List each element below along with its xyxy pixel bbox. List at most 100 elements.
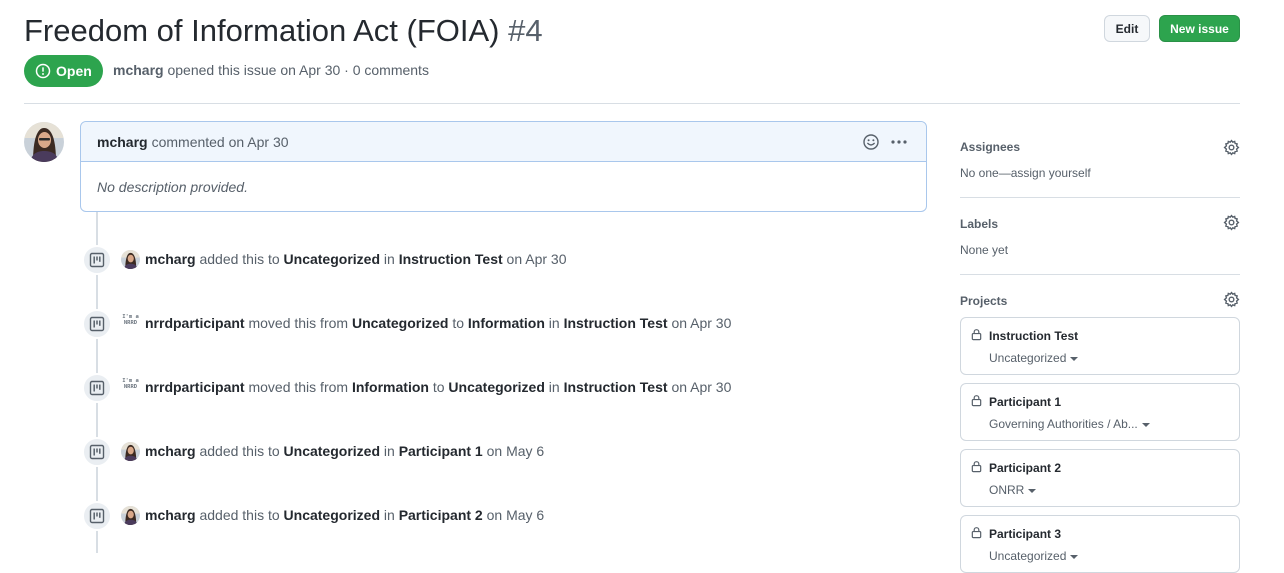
timeline-text: nrrdparticipant moved this from Informat… — [145, 379, 731, 395]
project-icon — [82, 437, 112, 467]
comment-author-avatar[interactable] — [24, 122, 64, 162]
event-verb: added this to — [199, 443, 280, 459]
actor-link[interactable]: mcharg — [145, 507, 196, 523]
labels-heading[interactable]: Labels — [960, 217, 998, 231]
actor-avatar[interactable] — [121, 506, 140, 525]
actor-avatar[interactable] — [121, 250, 140, 269]
event-date[interactable]: on Apr 30 — [507, 251, 567, 267]
column-name: Uncategorized — [283, 251, 380, 267]
timeline-text: mcharg added this to Uncategorized in In… — [145, 251, 566, 267]
event-date[interactable]: on Apr 30 — [671, 379, 731, 395]
caret-down-icon — [1070, 356, 1079, 361]
project-card: Instruction Test Uncategorized — [960, 317, 1240, 375]
gear-icon[interactable] — [1223, 214, 1240, 231]
comment-header: mcharg commented on Apr 30 — [81, 122, 926, 162]
column-or-project-name: Information — [467, 315, 545, 331]
timeline-text: mcharg added this to Uncategorized in Pa… — [145, 443, 544, 459]
actor-link[interactable]: nrrdparticipant — [145, 379, 245, 395]
actor-link[interactable]: mcharg — [145, 251, 196, 267]
lock-icon — [970, 394, 983, 407]
kebab-horizontal-icon[interactable] — [890, 133, 908, 151]
timeline-item: mcharg added this to Uncategorized in Pa… — [82, 501, 942, 531]
issue-number: #4 — [508, 13, 543, 48]
column-name: Uncategorized — [283, 507, 380, 523]
event-connector: to — [452, 315, 464, 331]
gear-icon[interactable] — [1223, 139, 1240, 156]
column-or-project-name: Instruction Test — [398, 251, 503, 267]
actor-link[interactable]: nrrdparticipant — [145, 315, 245, 331]
project-column-label: Uncategorized — [989, 549, 1067, 563]
project-icon — [82, 245, 112, 275]
smiley-icon[interactable] — [862, 133, 880, 151]
project-card: Participant 1 Governing Authorities / Ab.… — [960, 383, 1240, 441]
new-issue-button[interactable]: New issue — [1159, 15, 1240, 42]
project-name[interactable]: Instruction Test — [564, 315, 668, 331]
assignees-heading[interactable]: Assignees — [960, 140, 1020, 154]
comment-author-link[interactable]: mcharg — [97, 134, 148, 150]
project-name-link[interactable]: Participant 2 — [989, 461, 1061, 475]
nrrd-logo-text: I'm a NRRD — [122, 378, 139, 390]
event-connector: in — [383, 443, 395, 459]
issue-title-text: Freedom of Information Act (FOIA) — [24, 13, 500, 48]
project-icon — [82, 373, 112, 403]
actor-avatar[interactable] — [121, 442, 140, 461]
project-column-label: Governing Authorities / Ab... — [989, 417, 1138, 431]
assignees-value[interactable]: No one—assign yourself — [960, 166, 1091, 180]
caret-down-icon — [1070, 554, 1079, 559]
sidebar-divider — [960, 274, 1240, 275]
timeline-item: mcharg added this to Uncategorized in Pa… — [82, 437, 942, 467]
column-or-project-name: Uncategorized — [448, 379, 545, 395]
issue-state-badge: Open — [24, 55, 103, 87]
project-column-dropdown[interactable]: Uncategorized — [989, 351, 1079, 365]
gear-icon[interactable] — [1223, 291, 1240, 308]
column-name: Information — [351, 379, 429, 395]
actor-avatar[interactable]: I'm a NRRD — [121, 314, 140, 333]
timeline-item: I'm a NRRD nrrdparticipant moved this fro… — [82, 309, 942, 339]
project-column-label: ONRR — [989, 483, 1025, 497]
lock-icon — [970, 526, 983, 539]
project-name-link[interactable]: Participant 3 — [989, 527, 1061, 541]
lock-icon — [970, 328, 983, 341]
event-date[interactable]: on May 6 — [487, 507, 545, 523]
project-column-dropdown[interactable]: Uncategorized — [989, 549, 1079, 563]
event-connector: in — [548, 379, 560, 395]
actor-link[interactable]: mcharg — [145, 443, 196, 459]
issue-state-label: Open — [56, 63, 92, 79]
project-name[interactable]: Instruction Test — [564, 379, 668, 395]
actor-avatar[interactable]: I'm a NRRD — [121, 378, 140, 397]
header-divider — [24, 103, 1240, 104]
event-connector: in — [383, 251, 395, 267]
issue-meta: mcharg opened this issue on Apr 30 · 0 c… — [113, 62, 429, 78]
issue-meta-text: opened this issue on Apr 30 · 0 comments — [167, 62, 429, 78]
comment-body: No description provided. — [97, 179, 248, 195]
nrrd-logo-text: I'm a NRRD — [122, 314, 139, 326]
issue-title: Freedom of Information Act (FOIA) #4 — [24, 12, 543, 50]
event-connector: in — [383, 507, 395, 523]
issue-author-link[interactable]: mcharg — [113, 62, 164, 78]
edit-button[interactable]: Edit — [1104, 15, 1150, 42]
project-card: Participant 3 Uncategorized — [960, 515, 1240, 573]
column-or-project-name: Participant 2 — [398, 507, 483, 523]
event-verb: moved this from — [248, 315, 349, 331]
event-verb: added this to — [199, 507, 280, 523]
project-column-dropdown[interactable]: ONRR — [989, 483, 1037, 497]
labels-value: None yet — [960, 243, 1009, 257]
projects-heading[interactable]: Projects — [960, 294, 1007, 308]
project-icon — [82, 501, 112, 531]
timeline-text: mcharg added this to Uncategorized in Pa… — [145, 507, 544, 523]
event-date[interactable]: on May 6 — [487, 443, 545, 459]
project-column-dropdown[interactable]: Governing Authorities / Ab... — [989, 417, 1150, 431]
column-name: Uncategorized — [351, 315, 449, 331]
comment-action[interactable]: commented on Apr 30 — [152, 134, 289, 150]
event-date[interactable]: on Apr 30 — [671, 315, 731, 331]
project-name-link[interactable]: Participant 1 — [989, 395, 1061, 409]
sidebar-divider — [960, 197, 1240, 198]
lock-icon — [970, 460, 983, 473]
comment-box: mcharg commented on Apr 30 No descriptio… — [80, 121, 927, 212]
caret-down-icon — [1141, 422, 1150, 427]
event-verb: moved this from — [248, 379, 349, 395]
project-name-link[interactable]: Instruction Test — [989, 329, 1078, 343]
timeline-item: mcharg added this to Uncategorized in In… — [82, 245, 942, 275]
project-card: Participant 2 ONRR — [960, 449, 1240, 507]
issue-opened-icon — [35, 63, 51, 79]
